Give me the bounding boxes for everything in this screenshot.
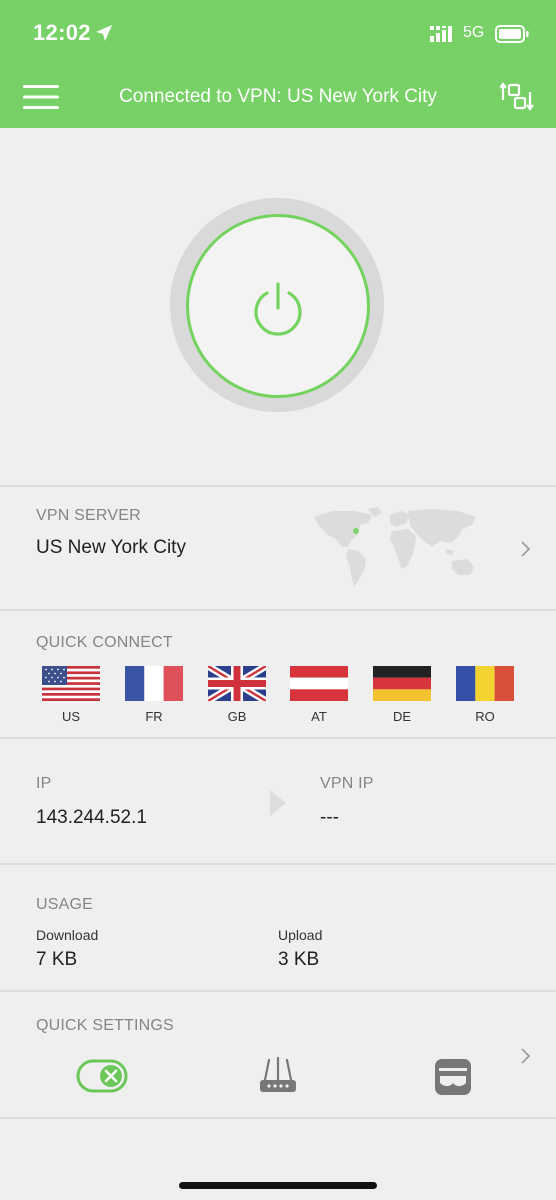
kill-switch-toggle-icon[interactable] bbox=[76, 1058, 128, 1094]
vpn-ip-value: --- bbox=[320, 807, 339, 828]
divider bbox=[0, 737, 556, 739]
ip-label: IP bbox=[36, 775, 52, 792]
status-time: 12:02 bbox=[33, 20, 91, 45]
quick-connect-de[interactable]: DE bbox=[372, 666, 432, 724]
quick-settings-label: QUICK SETTINGS bbox=[36, 1017, 174, 1034]
ip-value: 143.244.52.1 bbox=[36, 807, 147, 828]
power-icon bbox=[254, 282, 302, 336]
de-flag-icon bbox=[373, 666, 431, 701]
country-code: US bbox=[61, 709, 81, 724]
us-flag-icon bbox=[42, 666, 100, 701]
quick-connect-us[interactable]: US bbox=[41, 666, 101, 724]
location-arrow-icon bbox=[96, 25, 112, 41]
country-code: AT bbox=[311, 709, 327, 724]
mask-icon[interactable] bbox=[434, 1058, 472, 1096]
signal-icon bbox=[430, 26, 452, 42]
battery-icon bbox=[495, 25, 529, 43]
fr-flag-icon bbox=[125, 666, 183, 701]
hamburger-menu-icon[interactable] bbox=[23, 85, 59, 109]
quick-connect-fr[interactable]: FR bbox=[124, 666, 184, 724]
country-code: GB bbox=[227, 709, 247, 724]
power-button[interactable] bbox=[186, 214, 370, 398]
download-value: 7 KB bbox=[36, 949, 78, 970]
vpn-server-label: VPN SERVER bbox=[36, 507, 141, 524]
chevron-right-icon[interactable] bbox=[520, 1047, 532, 1065]
vpn-ip-label: VPN IP bbox=[320, 775, 374, 792]
divider bbox=[0, 990, 556, 992]
quick-connect-label: QUICK CONNECT bbox=[36, 634, 173, 651]
divider bbox=[0, 609, 556, 611]
ro-flag-icon bbox=[456, 666, 514, 701]
divider bbox=[0, 1117, 556, 1119]
connection-status-title: Connected to VPN: US New York City bbox=[119, 86, 437, 107]
quick-connect-ro[interactable]: RO bbox=[455, 666, 515, 724]
country-code: FR bbox=[145, 709, 163, 724]
gb-flag-icon bbox=[208, 666, 266, 701]
vpn-server-row[interactable]: VPN SERVER US New York City bbox=[0, 487, 556, 609]
vpn-server-value: US New York City bbox=[36, 537, 186, 558]
home-indicator bbox=[179, 1182, 377, 1189]
divider bbox=[0, 863, 556, 865]
upload-value: 3 KB bbox=[278, 949, 320, 970]
upload-label: Upload bbox=[278, 927, 323, 943]
power-ring bbox=[170, 198, 384, 412]
server-switch-icon[interactable] bbox=[500, 82, 534, 112]
power-area bbox=[0, 128, 556, 485]
quick-connect-gb[interactable]: GB bbox=[207, 666, 267, 724]
download-label: Download bbox=[36, 927, 99, 943]
country-code: RO bbox=[475, 709, 495, 724]
chevron-right-icon bbox=[521, 541, 531, 557]
at-flag-icon bbox=[290, 666, 348, 701]
usage-label: USAGE bbox=[36, 896, 94, 913]
country-code: DE bbox=[392, 709, 412, 724]
world-map-icon bbox=[314, 507, 476, 587]
network-type: 5G bbox=[463, 24, 485, 41]
top-header: 12:02 5G Connected to VPN: US New York C… bbox=[0, 0, 556, 128]
router-icon[interactable] bbox=[257, 1056, 299, 1096]
quick-connect-at[interactable]: AT bbox=[289, 666, 349, 724]
arrow-right-icon bbox=[270, 790, 286, 816]
